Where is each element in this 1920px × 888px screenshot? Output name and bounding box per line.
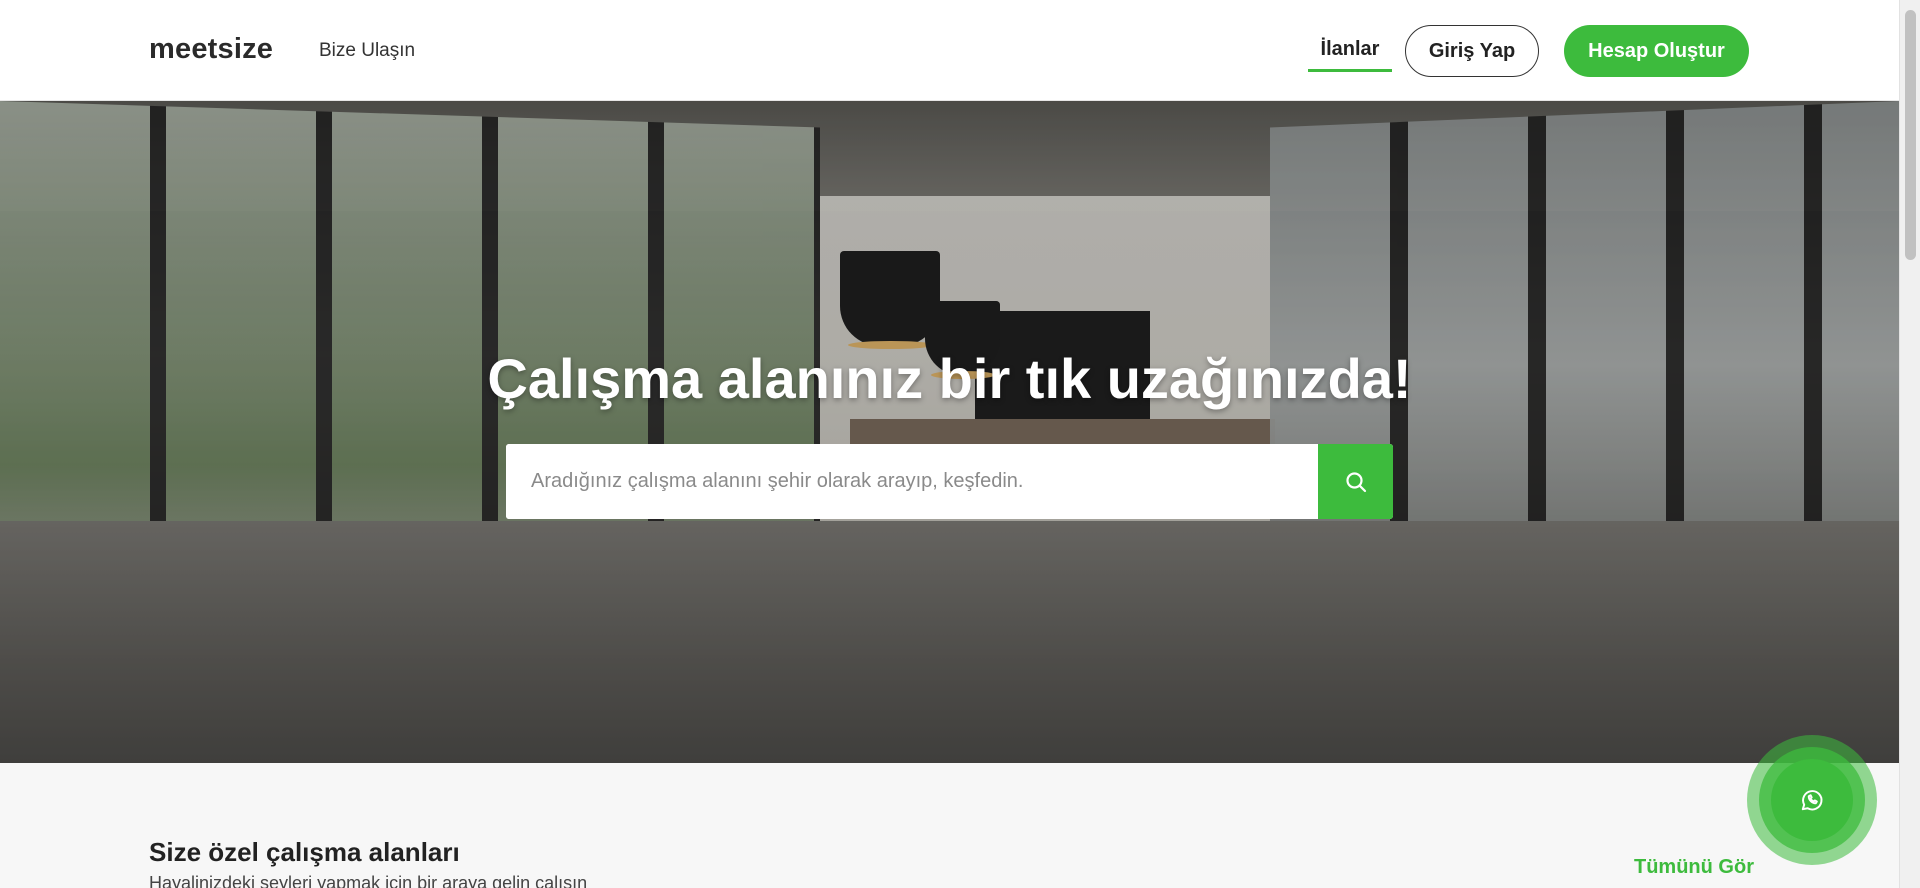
register-button[interactable]: Hesap Oluştur [1564, 25, 1749, 77]
hero-overlay [0, 101, 1899, 763]
hero-title: Çalışma alanınız bir tık uzağınızda! [487, 347, 1412, 410]
hero-banner: Çalışma alanınız bir tık uzağınızda! [0, 101, 1899, 763]
top-navbar: meetsize Bize Ulaşın İlanlar Giriş Yap H… [0, 0, 1899, 101]
search-button[interactable] [1318, 444, 1393, 519]
whatsapp-button[interactable] [1771, 759, 1853, 841]
nav-listings[interactable]: İlanlar [1308, 38, 1392, 72]
section-title: Size özel çalışma alanları [149, 837, 460, 867]
search-input[interactable] [506, 444, 1318, 519]
login-button[interactable]: Giriş Yap [1405, 25, 1539, 77]
whatsapp-icon [1801, 790, 1823, 811]
contact-link[interactable]: Bize Ulaşın [319, 40, 415, 62]
search-icon [1345, 471, 1366, 492]
page-scrollbar[interactable] [1899, 0, 1920, 888]
section-subtitle: Hayalinizdeki şeyleri yapmak için bir ar… [149, 873, 588, 888]
search-bar [506, 444, 1393, 519]
scrollbar-thumb[interactable] [1905, 10, 1916, 260]
logo[interactable]: meetsize [149, 33, 273, 66]
see-all-link[interactable]: Tümünü Gör [1634, 856, 1754, 879]
